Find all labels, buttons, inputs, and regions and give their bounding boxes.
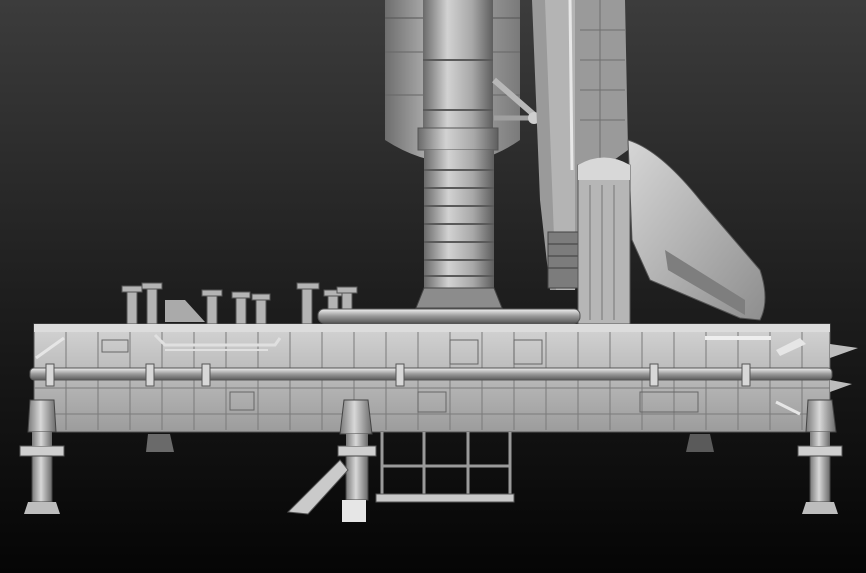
- rocket-booster: [415, 0, 503, 309]
- launch-platform-scene: [0, 0, 866, 573]
- render-canvas: [0, 0, 866, 573]
